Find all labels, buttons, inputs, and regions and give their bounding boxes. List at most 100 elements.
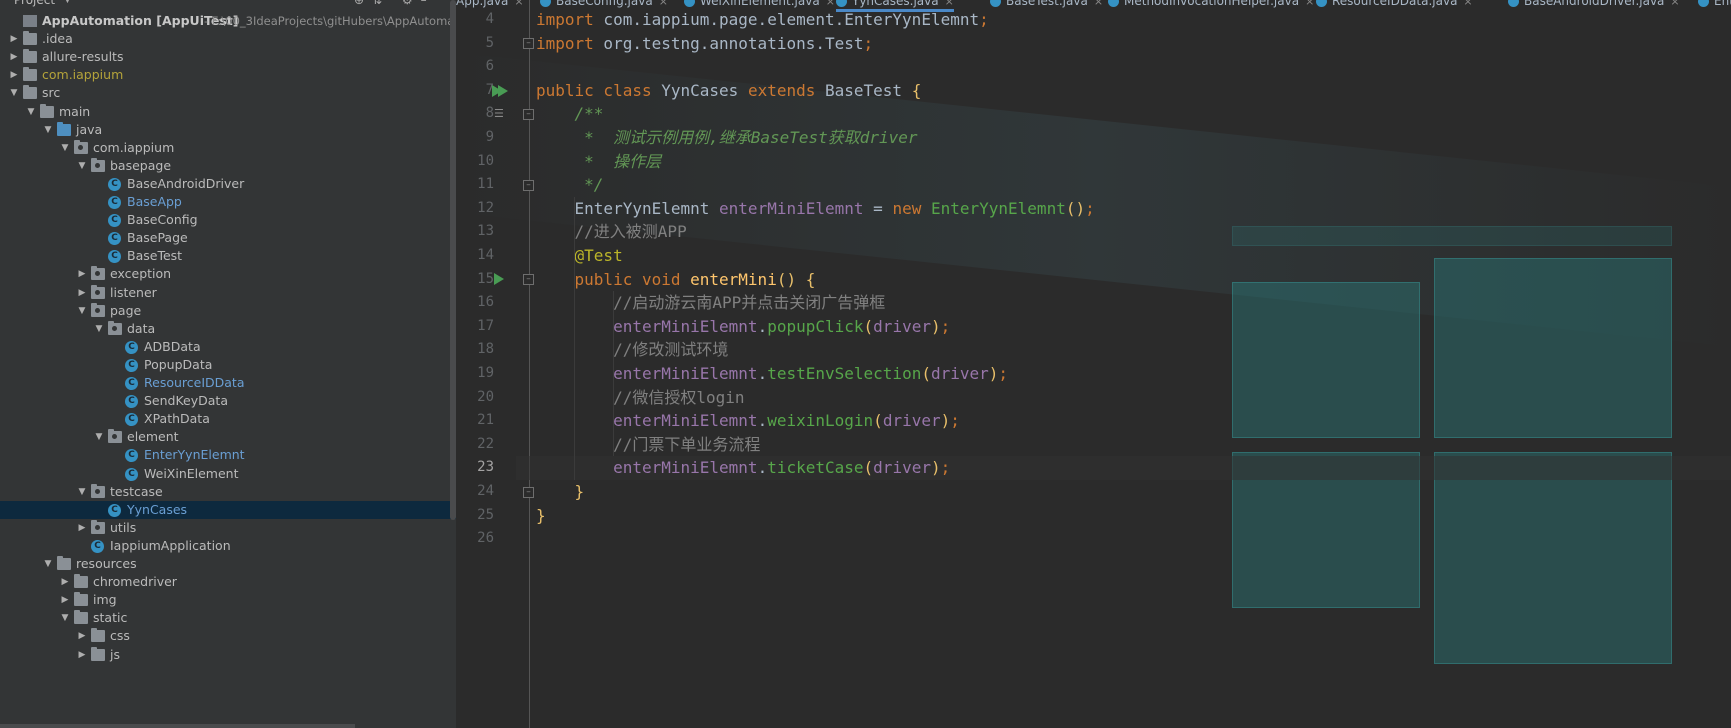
project-horizontal-scrollbar[interactable] bbox=[0, 724, 355, 728]
code-line[interactable]: * 测试示例用例,继承BaseTest获取driver bbox=[536, 126, 917, 150]
tree-item[interactable]: ▶ com.iappium bbox=[0, 66, 456, 84]
code-line[interactable]: //进入被测APP bbox=[536, 220, 687, 244]
chevron-right-icon[interactable]: ▶ bbox=[76, 627, 88, 645]
code-line[interactable]: EnterYynElemnt enterMiniElemnt = new Ent… bbox=[536, 197, 1095, 221]
tree-item[interactable]: BaseConfig bbox=[0, 211, 456, 229]
code-line[interactable]: //门票下单业务流程 bbox=[536, 433, 760, 457]
fold-marker-icon[interactable]: – bbox=[523, 180, 534, 191]
editor-tab[interactable]: BaseConfig.java × bbox=[540, 0, 668, 10]
tree-item[interactable]: ▼ static bbox=[0, 609, 456, 627]
chevron-right-icon[interactable]: ▶ bbox=[76, 519, 88, 537]
tree-item[interactable]: AppAutomation [AppUiTest] - F:\00_3IdeaPr… bbox=[0, 12, 456, 30]
code-line[interactable]: public void enterMini() { bbox=[536, 268, 816, 292]
close-icon[interactable]: × bbox=[659, 0, 668, 8]
code-line[interactable]: } bbox=[536, 504, 546, 528]
tree-item[interactable]: ▼ page bbox=[0, 302, 456, 320]
editor-tab[interactable]: ResourceIDData.java × bbox=[1316, 0, 1473, 10]
chevron-right-icon[interactable]: ▶ bbox=[59, 591, 71, 609]
run-class-icon[interactable] bbox=[492, 84, 508, 97]
editor-tab[interactable]: BaseTest.java × bbox=[990, 0, 1103, 10]
tree-item[interactable]: ▶ exception bbox=[0, 265, 456, 283]
javadoc-render-icon[interactable]: ☰ bbox=[494, 108, 508, 120]
chevron-down-icon[interactable]: ▼ bbox=[76, 302, 88, 320]
code-line[interactable]: enterMiniElemnt.ticketCase(driver); bbox=[536, 456, 950, 480]
close-icon[interactable]: × bbox=[1670, 0, 1679, 8]
editor-tab[interactable]: App.java × bbox=[456, 0, 524, 10]
chevron-down-icon[interactable]: ▼ bbox=[59, 139, 71, 157]
tree-item[interactable]: ADBData bbox=[0, 338, 456, 356]
tree-item[interactable]: ▼ java bbox=[0, 121, 456, 139]
code-line[interactable]: enterMiniElemnt.popupClick(driver); bbox=[536, 315, 950, 339]
tree-item[interactable]: YynCases bbox=[0, 500, 456, 519]
tree-item[interactable]: XPathData bbox=[0, 410, 456, 428]
chevron-right-icon[interactable]: ▶ bbox=[76, 646, 88, 664]
tree-item[interactable]: ▶ allure-results bbox=[0, 48, 456, 66]
code-line[interactable]: /** bbox=[536, 102, 604, 126]
tree-item[interactable]: EnterYynElemnt bbox=[0, 446, 456, 464]
tree-item[interactable]: WeiXinElement bbox=[0, 465, 456, 483]
chevron-right-icon[interactable]: ▶ bbox=[8, 48, 20, 66]
tree-item[interactable]: SendKeyData bbox=[0, 392, 456, 410]
tree-item[interactable]: ▼ resources bbox=[0, 555, 456, 573]
close-icon[interactable]: × bbox=[514, 0, 523, 8]
run-test-icon[interactable] bbox=[494, 273, 504, 286]
chevron-down-icon[interactable]: ▼ bbox=[8, 84, 20, 102]
editor-tab[interactable]: WeiXinElement.java × bbox=[684, 0, 835, 10]
tree-item[interactable]: ▼ basepage bbox=[0, 157, 456, 175]
tree-item[interactable]: ▼ main bbox=[0, 103, 456, 121]
close-icon[interactable]: × bbox=[1305, 0, 1314, 8]
code-line[interactable]: enterMiniElemnt.testEnvSelection(driver)… bbox=[536, 362, 1008, 386]
chevron-right-icon[interactable]: ▶ bbox=[76, 265, 88, 283]
project-vertical-scrollbar[interactable] bbox=[450, 0, 456, 520]
code-line[interactable]: @Test bbox=[536, 244, 623, 268]
tree-item[interactable]: ▶ utils bbox=[0, 519, 456, 537]
chevron-down-icon[interactable]: ▼ bbox=[64, 0, 71, 8]
fold-marker-icon[interactable]: – bbox=[523, 109, 534, 121]
tree-item[interactable]: ▶ chromedriver bbox=[0, 573, 456, 591]
chevron-down-icon[interactable]: ▼ bbox=[42, 121, 54, 139]
code-line[interactable]: * 操作层 bbox=[536, 150, 661, 174]
editor-tab[interactable]: BaseAndroidDriver.java × bbox=[1508, 0, 1680, 10]
chevron-right-icon[interactable]: ▶ bbox=[8, 30, 20, 48]
project-panel-title[interactable]: Project bbox=[14, 0, 55, 8]
tree-item[interactable]: BasePage bbox=[0, 229, 456, 247]
code-line[interactable]: //修改测试环境 bbox=[536, 338, 728, 362]
close-icon[interactable]: × bbox=[1463, 0, 1472, 8]
chevron-down-icon[interactable]: ▼ bbox=[25, 103, 37, 121]
chevron-right-icon[interactable]: ▶ bbox=[76, 284, 88, 302]
fold-marker-icon[interactable]: – bbox=[523, 486, 534, 498]
chevron-down-icon[interactable]: ▼ bbox=[42, 555, 54, 573]
close-icon[interactable]: × bbox=[945, 0, 954, 8]
code-line[interactable]: public class YynCases extends BaseTest { bbox=[536, 79, 921, 103]
tree-item[interactable]: ResourceIDData bbox=[0, 374, 456, 392]
tree-item[interactable]: ▶ js bbox=[0, 646, 456, 664]
code-line[interactable]: */ bbox=[536, 173, 603, 197]
chevron-down-icon[interactable]: ▼ bbox=[93, 428, 105, 446]
tree-item[interactable]: ▼ element bbox=[0, 428, 456, 446]
tree-item[interactable]: ▶ img bbox=[0, 591, 456, 609]
code-editor[interactable]: 4 5 6 7 8 9 10 11 12 13 14 15 16 17 18 19 20 21 22 23 24 25 26… bbox=[458, 0, 1731, 728]
chevron-down-icon[interactable]: ▼ bbox=[59, 609, 71, 627]
editor-tab[interactable]: Enter bbox=[1698, 0, 1731, 10]
tree-item[interactable]: PopupData bbox=[0, 356, 456, 374]
fold-marker-icon[interactable]: – bbox=[523, 38, 534, 50]
tree-item[interactable]: BaseAndroidDriver bbox=[0, 175, 456, 193]
code-line[interactable]: //启动游云南APP并点击关闭广告弹框 bbox=[536, 291, 885, 315]
chevron-down-icon[interactable]: ▼ bbox=[76, 157, 88, 175]
tree-item[interactable]: ▶ listener bbox=[0, 284, 456, 302]
fold-marker-icon[interactable]: – bbox=[523, 274, 534, 286]
code-line[interactable]: //微信授权login bbox=[536, 386, 744, 410]
chevron-right-icon[interactable]: ▶ bbox=[59, 573, 71, 591]
tree-item[interactable]: ▶ css bbox=[0, 627, 456, 645]
editor-tab[interactable]: YynCases.java × bbox=[836, 0, 954, 12]
code-line[interactable]: enterMiniElemnt.weixinLogin(driver); bbox=[536, 409, 960, 433]
tree-item[interactable]: ▼ com.iappium bbox=[0, 139, 456, 157]
close-icon[interactable]: × bbox=[826, 0, 835, 8]
tree-item[interactable]: IappiumApplication bbox=[0, 537, 456, 555]
chevron-down-icon[interactable]: ▼ bbox=[76, 483, 88, 501]
code-line[interactable]: } bbox=[536, 480, 585, 504]
tree-item[interactable]: BaseTest bbox=[0, 247, 456, 265]
editor-tab[interactable]: MethodInvocationHelper.java × bbox=[1108, 0, 1314, 10]
chevron-right-icon[interactable]: ▶ bbox=[8, 66, 20, 84]
tree-item[interactable]: BaseApp bbox=[0, 193, 456, 211]
